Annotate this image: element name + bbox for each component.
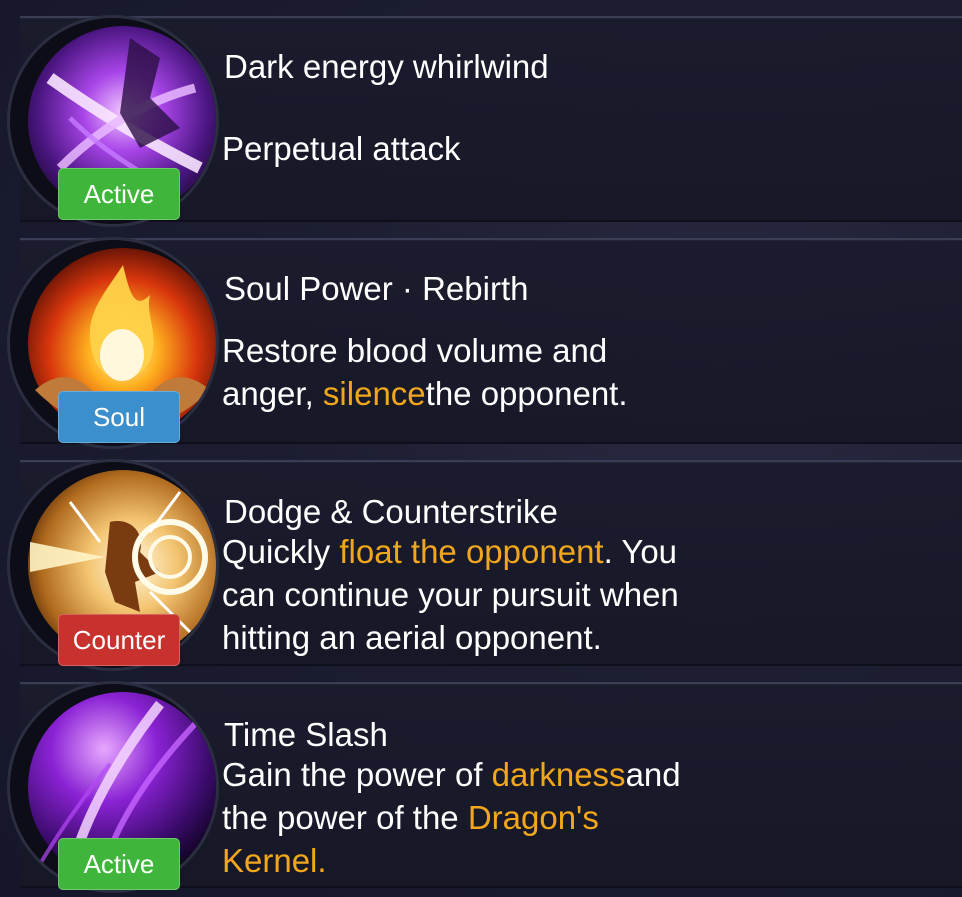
skill-description-line: Quickly float the opponent. You (222, 533, 678, 570)
highlight-keyword: darkness (491, 756, 626, 793)
skill-description: Restore blood volume and anger, silencet… (222, 329, 942, 415)
skill-description-line: anger, silencethe opponent. (222, 375, 628, 412)
skill-type-badge: Active (58, 838, 180, 890)
skill-description-line: Gain the power of darknessand (222, 756, 681, 793)
skill-description-line: Restore blood volume and (222, 332, 608, 369)
highlight-keyword: silence (322, 375, 426, 412)
skill-name: Soul Power · Rebirth (224, 270, 529, 307)
skill-description: Perpetual attack (222, 130, 461, 167)
skill-name: Time Slash (224, 716, 388, 753)
skill-type-badge: Counter (58, 614, 180, 666)
skill-type-badge: Active (58, 168, 180, 220)
skill-description-line: can continue your pursuit when (222, 576, 679, 613)
highlight-keyword: Kernel. (222, 842, 327, 879)
skill-name: Dodge & Counterstrike (224, 493, 558, 530)
highlight-keyword: float the opponent (339, 533, 604, 570)
skill-type-badge: Soul (58, 391, 180, 443)
skill-name: Dark energy whirlwind (224, 48, 549, 85)
highlight-keyword: Dragon's (467, 799, 599, 836)
skill-description-line: hitting an aerial opponent. (222, 619, 602, 656)
skill-description: Gain the power of darknessand the power … (222, 753, 942, 882)
skill-list-panel: Active Dark energy whirlwind Perpetual a… (0, 0, 962, 897)
skill-description-line: the power of the Dragon's (222, 799, 599, 836)
skill-description: Quickly float the opponent. You can cont… (222, 530, 942, 659)
